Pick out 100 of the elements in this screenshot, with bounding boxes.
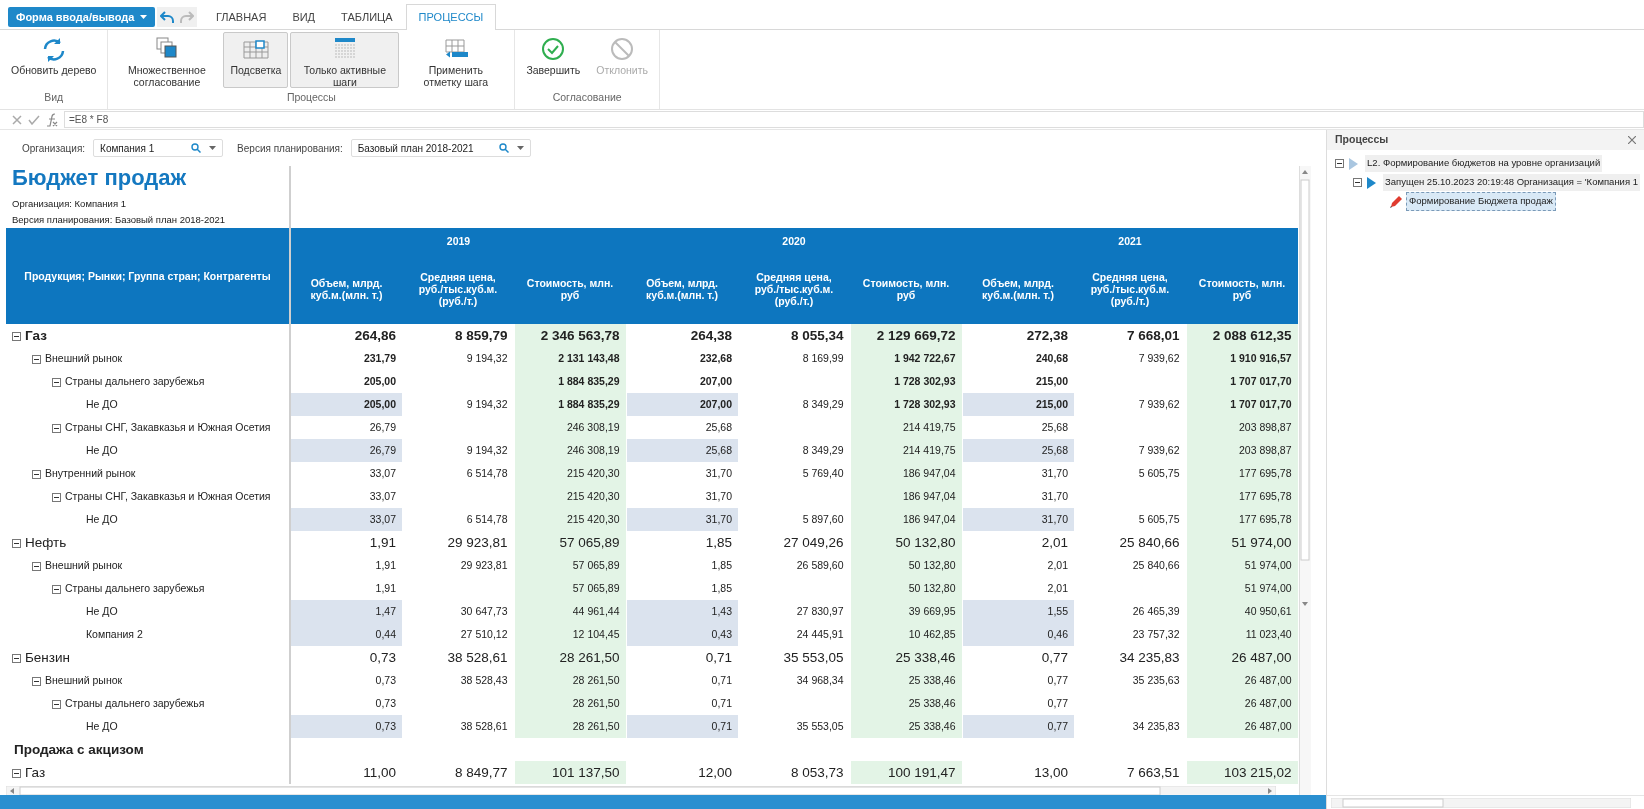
table-cell: 35 553,05 bbox=[738, 646, 850, 670]
collapse-toggle[interactable] bbox=[32, 561, 41, 571]
ribbon-tab[interactable]: ГЛАВНАЯ bbox=[202, 3, 280, 29]
row-label: Не ДО bbox=[86, 443, 118, 456]
collapse-toggle[interactable] bbox=[12, 331, 21, 341]
collapse-toggle[interactable] bbox=[52, 423, 61, 433]
table-cell: 177 695,78 bbox=[1186, 462, 1299, 486]
table-cell: 215 420,30 bbox=[514, 462, 626, 486]
formula-field[interactable]: =E8 * F8 bbox=[64, 111, 1644, 128]
tree-item[interactable]: Формирование Бюджета продаж bbox=[1406, 192, 1556, 211]
collapse-toggle[interactable] bbox=[32, 354, 41, 364]
table-cell: 0,46 bbox=[962, 623, 1074, 647]
close-icon[interactable] bbox=[1628, 136, 1636, 144]
filter-combo[interactable]: Компания 1 bbox=[93, 139, 224, 157]
collapse-toggle[interactable] bbox=[32, 676, 41, 686]
table-cell: 27 510,12 bbox=[402, 623, 514, 647]
group-label: Процессы bbox=[285, 90, 337, 105]
check-icon[interactable] bbox=[28, 114, 40, 125]
row-label: Внутренний рынок bbox=[45, 466, 136, 479]
table-cell: 24 445,91 bbox=[738, 623, 850, 647]
table-cell: 2,01 bbox=[962, 531, 1074, 555]
table-cell: 1,55 bbox=[962, 600, 1074, 624]
table-cell: 25 338,46 bbox=[850, 646, 962, 670]
row-label: Не ДО bbox=[86, 512, 118, 525]
table-cell: 8 859,79 bbox=[402, 324, 514, 348]
table-cell: 12,00 bbox=[626, 761, 738, 785]
table-cell: 205,00 bbox=[290, 370, 402, 394]
column-header: 2020 bbox=[626, 228, 962, 255]
collapse-toggle[interactable] bbox=[12, 653, 21, 663]
column-header: Объем, млрд. куб.м.(млн. т.) bbox=[626, 254, 738, 325]
table-cell: 40 950,61 bbox=[1186, 600, 1299, 624]
row-label: Внешний рынок bbox=[45, 351, 123, 364]
table-cell: 34 235,83 bbox=[1074, 715, 1186, 739]
ribbon-button[interactable]: Завершить bbox=[519, 32, 588, 88]
table-cell: 33,07 bbox=[290, 508, 402, 532]
ribbon-button[interactable]: Множественное согласование bbox=[112, 32, 222, 88]
table-cell: 0,73 bbox=[290, 692, 402, 716]
table-cell: 1,85 bbox=[626, 577, 738, 601]
table-cell-text: 29 923,81 bbox=[459, 557, 509, 573]
ribbon-button[interactable]: Применить отметку шага bbox=[401, 32, 511, 88]
table-cell: 203 898,87 bbox=[1186, 416, 1299, 440]
table-cell: 11 023,40 bbox=[1186, 623, 1299, 647]
table-cell: 215 420,30 bbox=[514, 485, 626, 509]
collapse-toggle[interactable] bbox=[1335, 159, 1345, 168]
tree-item[interactable]: L2. Формирование бюджетов на уровне организаций bbox=[1365, 155, 1603, 172]
table-cell: 26,79 bbox=[290, 416, 402, 440]
table-cell: 11,00 bbox=[290, 761, 402, 785]
filter-combo[interactable]: Базовый план 2018-2021 bbox=[350, 139, 531, 157]
table-cell: 5 897,60 bbox=[738, 508, 850, 532]
table-cell: 264,38 bbox=[626, 324, 738, 348]
table-cell: 177 695,78 bbox=[1186, 508, 1299, 532]
filter-label: Версия планирования: bbox=[237, 141, 343, 156]
form-menu-button[interactable]: Форма ввода/вывода bbox=[8, 7, 156, 27]
table-cell: 1 728 302,93 bbox=[850, 393, 962, 417]
table-cell: 23 757,32 bbox=[1074, 623, 1186, 647]
ribbon-tab[interactable]: ВИД bbox=[279, 3, 329, 29]
tree-item[interactable]: Запущен 25.10.2023 20:19:48 Организация = 'Компания 1 bbox=[1383, 174, 1640, 191]
ribbon-tab[interactable]: ТАБЛИЦА bbox=[328, 3, 406, 29]
table-cell-text: 8 169,99 bbox=[801, 350, 845, 366]
table-cell: 10 462,85 bbox=[850, 623, 962, 647]
function-icon[interactable] bbox=[46, 112, 58, 127]
collapse-toggle[interactable] bbox=[52, 377, 61, 387]
table-cell: 1,91 bbox=[290, 554, 402, 578]
ribbon-button[interactable]: Только активные шаги bbox=[290, 32, 400, 88]
collapse-toggle[interactable] bbox=[52, 699, 61, 709]
table-cell: 215,00 bbox=[962, 393, 1074, 417]
collapse-toggle[interactable] bbox=[32, 469, 41, 479]
row-label: Внешний рынок bbox=[45, 558, 123, 571]
table-cell: 34 235,83 bbox=[1074, 646, 1186, 670]
collapse-toggle[interactable] bbox=[12, 538, 21, 548]
table-cell: 8 349,29 bbox=[738, 439, 850, 463]
ribbon-tab[interactable]: ПРОЦЕССЫ bbox=[405, 3, 497, 30]
table-cell: 207,00 bbox=[626, 370, 738, 394]
table-cell: 31,70 bbox=[626, 462, 738, 486]
ribbon-button[interactable]: Подсветка bbox=[223, 32, 289, 88]
column-header: Объем, млрд. куб.м.(млн. т.) bbox=[290, 254, 402, 325]
table-cell: 57 065,89 bbox=[514, 554, 626, 578]
table-cell: 0,73 bbox=[290, 669, 402, 693]
table-cell: 7 939,62 bbox=[1074, 393, 1186, 417]
row-label: Не ДО bbox=[86, 604, 118, 617]
table-cell-text: 26 589,60 bbox=[795, 557, 845, 573]
table-cell-text: 35 235,63 bbox=[1131, 672, 1181, 688]
table-cell: 27 830,97 bbox=[738, 600, 850, 624]
undo-icon[interactable] bbox=[160, 11, 175, 23]
table-cell: 2 088 612,35 bbox=[1186, 324, 1299, 348]
table-cell: 214 419,75 bbox=[850, 439, 962, 463]
table-cell-text: 25 840,66 bbox=[1131, 557, 1181, 573]
row-label: Компания 2 bbox=[86, 627, 143, 640]
collapse-toggle[interactable] bbox=[12, 768, 21, 778]
ribbon-button[interactable]: Обновить дерево bbox=[4, 32, 104, 88]
table-cell: 26 487,00 bbox=[1186, 715, 1299, 739]
table-cell: 205,00 bbox=[290, 393, 402, 417]
caret-icon bbox=[209, 146, 217, 150]
collapse-toggle[interactable] bbox=[52, 492, 61, 502]
horizontal-scrollbar[interactable] bbox=[1331, 797, 1632, 808]
table-cell: 1 707 017,70 bbox=[1186, 370, 1299, 394]
vertical-scrollbar[interactable] bbox=[1300, 168, 1311, 608]
caret-icon bbox=[516, 146, 524, 150]
collapse-toggle[interactable] bbox=[52, 584, 61, 594]
collapse-toggle[interactable] bbox=[1353, 178, 1363, 187]
